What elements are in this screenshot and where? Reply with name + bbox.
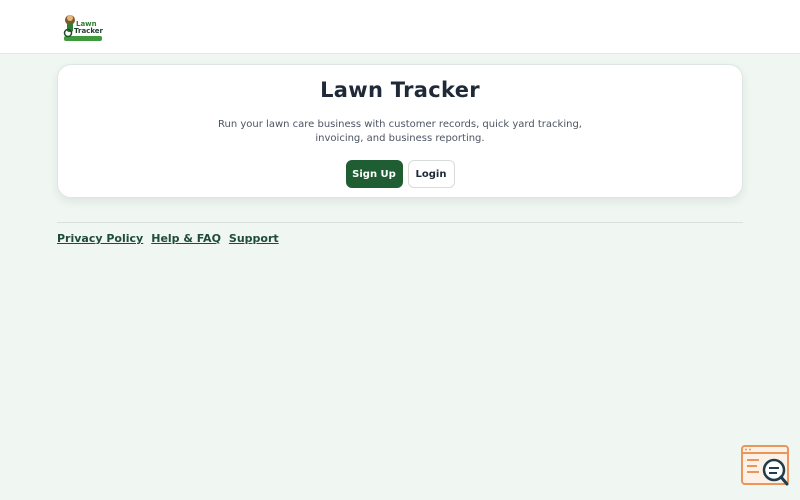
privacy-policy-link[interactable]: Privacy Policy	[57, 232, 143, 245]
support-link[interactable]: Support	[229, 232, 279, 245]
top-navigation-bar: Lawn Tracker	[0, 0, 800, 54]
hero-description: Run your lawn care business with custome…	[218, 119, 582, 144]
lawn-tracker-logo-icon[interactable]: Lawn Tracker	[60, 10, 106, 44]
help-faq-link[interactable]: Help & FAQ	[151, 232, 221, 245]
hero-actions: Sign Up Login	[58, 160, 742, 188]
search-feedback-widget-icon[interactable]	[741, 444, 791, 488]
sign-up-button[interactable]: Sign Up	[345, 160, 403, 188]
footer-divider	[57, 222, 743, 223]
footer-links: Privacy Policy Help & FAQ Support	[57, 232, 279, 245]
svg-text:Tracker: Tracker	[74, 27, 104, 35]
hero-card: Lawn Tracker Run your lawn care business…	[57, 64, 743, 198]
page-title: Lawn Tracker	[320, 78, 480, 102]
login-button[interactable]: Login	[407, 160, 455, 188]
